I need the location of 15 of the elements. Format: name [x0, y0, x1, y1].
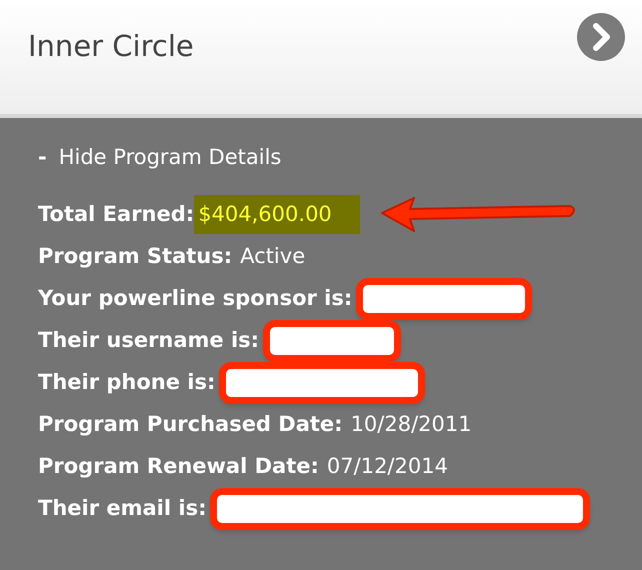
- detail-value: $404,600.00: [194, 194, 360, 234]
- detail-label: Their username is:: [38, 326, 260, 354]
- detail-label: Program Purchased Date:: [38, 410, 343, 438]
- detail-label: Their email is:: [38, 494, 206, 522]
- detail-label: Program Renewal Date:: [38, 452, 319, 480]
- detail-value: 10/28/2011: [350, 410, 472, 438]
- page-title: Inner Circle: [28, 32, 194, 61]
- hide-details-toggle[interactable]: - Hide Program Details: [38, 142, 282, 174]
- detail-label: Your powerline sponsor is:: [38, 284, 352, 312]
- detail-label: Program Status:: [38, 242, 232, 270]
- detail-label: Total Earned:: [38, 200, 194, 228]
- detail-label: Their phone is:: [38, 368, 216, 396]
- detail-value: 07/12/2014: [326, 452, 448, 480]
- chevron-right-icon[interactable]: [576, 12, 626, 62]
- detail-value: Active: [239, 242, 306, 270]
